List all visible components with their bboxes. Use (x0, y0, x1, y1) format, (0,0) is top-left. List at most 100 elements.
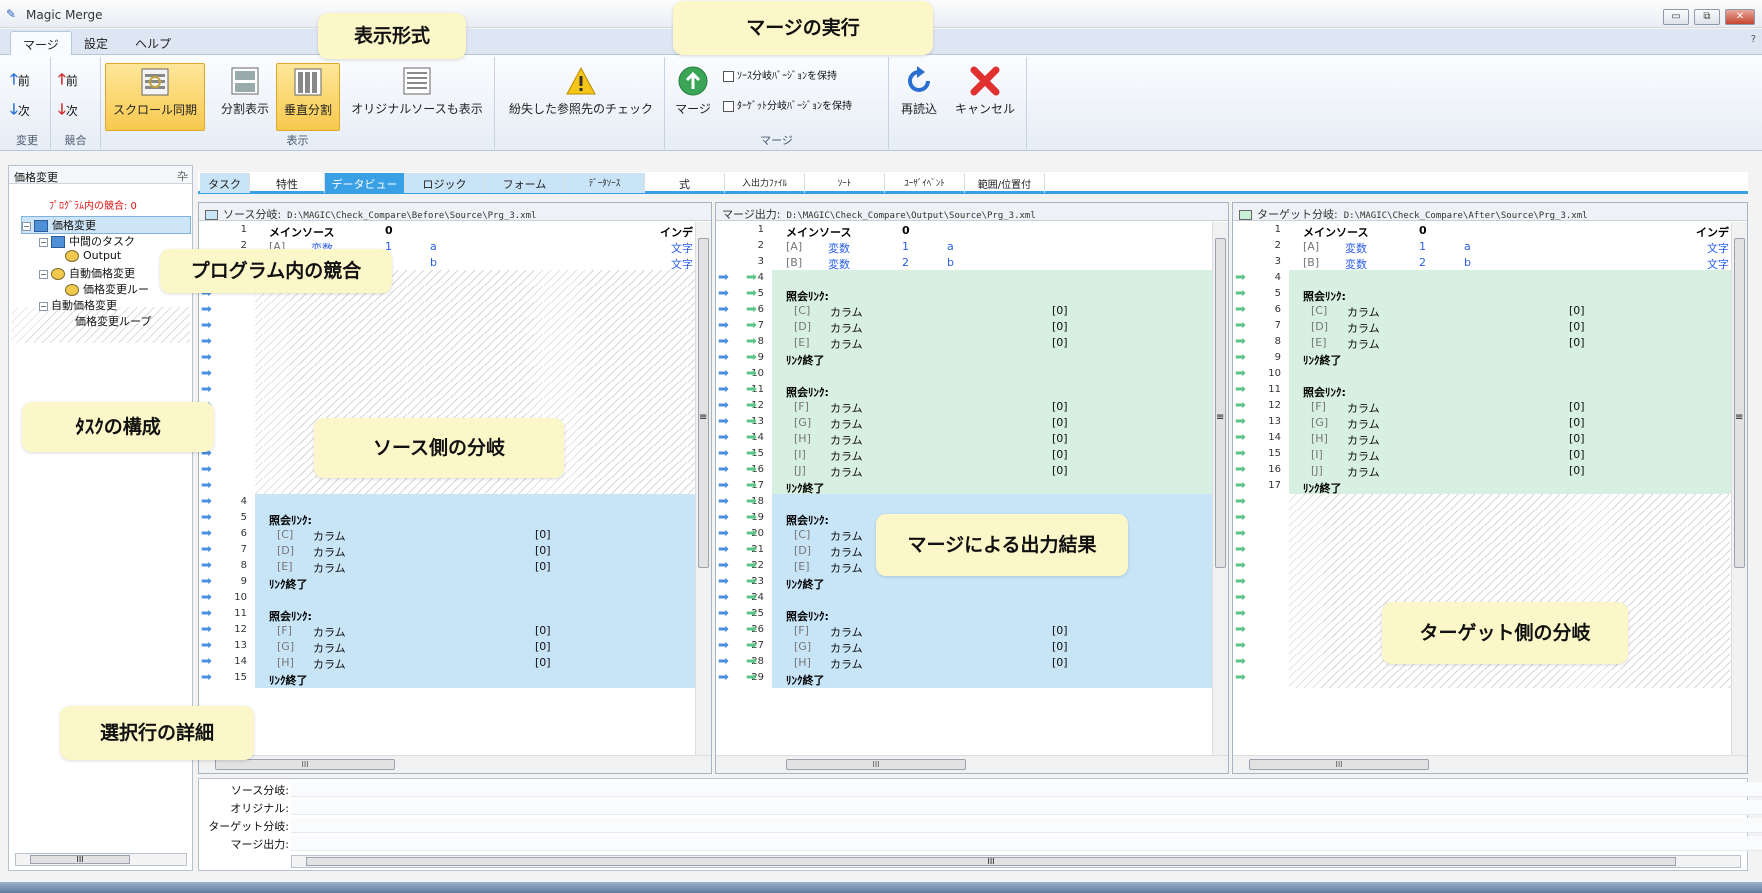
source-change-arrow-icon[interactable]: ➡ (718, 431, 729, 445)
target-change-arrow-icon[interactable]: ➡ (1235, 575, 1246, 589)
tree-node-price-loop[interactable]: 価格変更ルー (65, 281, 149, 297)
source-change-arrow-icon[interactable]: ➡ (718, 623, 729, 637)
maximize-button[interactable]: ⧉ (1694, 9, 1720, 25)
target-change-arrow-icon[interactable]: ➡ (1235, 639, 1246, 653)
code-row[interactable]: ﾘﾝｸ終了 (255, 670, 695, 688)
tab-form[interactable]: フォーム (485, 173, 565, 193)
horizontal-scrollbar[interactable]: III (199, 755, 711, 773)
target-branch-pane[interactable]: ターゲット分岐: D:\MAGIC\Check_Compare\After\Sou… (1232, 202, 1748, 774)
source-change-arrow-icon[interactable]: ➡ (201, 383, 212, 397)
target-change-arrow-icon[interactable]: ➡ (1235, 479, 1246, 493)
scroll-thumb[interactable]: III (30, 855, 130, 864)
source-change-arrow-icon[interactable]: ➡ (201, 559, 212, 573)
tab-help[interactable]: ヘルプ (123, 31, 183, 55)
source-change-arrow-icon[interactable]: ➡ (718, 335, 729, 349)
close-button[interactable]: ✕ (1725, 9, 1755, 25)
source-change-arrow-icon[interactable]: ➡ (201, 623, 212, 637)
scroll-sync-button[interactable]: スクロール同期 (105, 63, 205, 131)
target-change-arrow-icon[interactable]: ➡ (746, 399, 757, 413)
target-change-arrow-icon[interactable]: ➡ (746, 479, 757, 493)
pin-icon[interactable]: 卆 (177, 168, 188, 184)
source-change-arrow-icon[interactable]: ➡ (718, 463, 729, 477)
target-change-arrow-icon[interactable]: ➡ (1235, 671, 1246, 685)
target-change-arrow-icon[interactable]: ➡ (1235, 415, 1246, 429)
scroll-thumb[interactable] (698, 238, 709, 568)
tab-logic[interactable]: ロジック (405, 173, 485, 193)
reload-button[interactable]: 再読込 (897, 63, 941, 131)
target-change-arrow-icon[interactable]: ➡ (1235, 271, 1246, 285)
target-change-arrow-icon[interactable]: ➡ (746, 335, 757, 349)
tab-task[interactable]: タスク (200, 173, 250, 193)
run-merge-button[interactable]: マージ (671, 63, 715, 131)
target-change-arrow-icon[interactable]: ➡ (1235, 367, 1246, 381)
tree-node-intermediate[interactable]: − 中間のタスク (39, 233, 135, 249)
source-change-arrow-icon[interactable]: ➡ (201, 527, 212, 541)
source-change-arrow-icon[interactable]: ➡ (718, 559, 729, 573)
target-change-arrow-icon[interactable]: ➡ (746, 447, 757, 461)
target-change-arrow-icon[interactable]: ➡ (1235, 399, 1246, 413)
target-change-arrow-icon[interactable]: ➡ (1235, 543, 1246, 557)
source-change-arrow-icon[interactable]: ➡ (718, 399, 729, 413)
source-change-arrow-icon[interactable]: ➡ (201, 543, 212, 557)
source-change-arrow-icon[interactable]: ➡ (718, 591, 729, 605)
tab-sort[interactable]: ｿｰﾄ (805, 173, 885, 193)
source-change-arrow-icon[interactable]: ➡ (718, 319, 729, 333)
source-change-arrow-icon[interactable]: ➡ (718, 447, 729, 461)
target-change-arrow-icon[interactable]: ➡ (1235, 511, 1246, 525)
split-view-button[interactable]: 分割表示 (217, 63, 273, 131)
code-rows[interactable]: メインソース0インデ[A]変数1a文字[B]変数2b文字照会ﾘﾝｸ:[C]カラム… (1289, 222, 1731, 755)
target-change-arrow-icon[interactable]: ➡ (746, 559, 757, 573)
source-change-arrow-icon[interactable]: ➡ (718, 607, 729, 621)
tab-properties[interactable]: 特性 (250, 173, 325, 193)
target-change-arrow-icon[interactable]: ➡ (1235, 559, 1246, 573)
source-change-arrow-icon[interactable]: ➡ (201, 511, 212, 525)
source-change-arrow-icon[interactable]: ➡ (201, 575, 212, 589)
source-change-arrow-icon[interactable]: ➡ (201, 655, 212, 669)
prev-change-button[interactable]: 🡑前 (10, 69, 30, 94)
cancel-button[interactable]: キャンセル (949, 63, 1021, 131)
vertical-scrollbar[interactable]: ≡ (1212, 222, 1228, 755)
tab-settings[interactable]: 設定 (72, 31, 120, 55)
target-change-arrow-icon[interactable]: ➡ (746, 415, 757, 429)
source-change-arrow-icon[interactable]: ➡ (718, 575, 729, 589)
scroll-thumb[interactable]: III (786, 759, 966, 770)
target-change-arrow-icon[interactable]: ➡ (1235, 463, 1246, 477)
tree-node-root[interactable]: − 価格変更 (21, 216, 191, 234)
horizontal-scrollbar[interactable]: III (716, 755, 1228, 773)
keep-target-button[interactable]: ﾀｰｹﾞｯﾄ分岐ﾊﾞｰｼﾞｮﾝを保持 (723, 97, 852, 112)
source-change-arrow-icon[interactable]: ➡ (718, 671, 729, 685)
tab-range-locate[interactable]: 範囲/位置付 (965, 173, 1045, 193)
target-change-arrow-icon[interactable]: ➡ (1235, 447, 1246, 461)
target-change-arrow-icon[interactable]: ➡ (746, 527, 757, 541)
target-change-arrow-icon[interactable]: ➡ (746, 591, 757, 605)
source-change-arrow-icon[interactable]: ➡ (201, 495, 212, 509)
tab-merge[interactable]: マージ (10, 31, 72, 55)
collapse-toggle-icon[interactable]: − (22, 222, 31, 231)
tab-data-source[interactable]: ﾃﾞｰﾀｿｰｽ (565, 173, 645, 193)
target-change-arrow-icon[interactable]: ➡ (746, 303, 757, 317)
target-change-arrow-icon[interactable]: ➡ (1235, 287, 1246, 301)
target-change-arrow-icon[interactable]: ➡ (746, 671, 757, 685)
target-change-arrow-icon[interactable]: ➡ (746, 351, 757, 365)
tree-node-price-loop-2[interactable]: 価格変更ループ (75, 313, 151, 329)
source-change-arrow-icon[interactable]: ➡ (718, 479, 729, 493)
source-change-arrow-icon[interactable]: ➡ (718, 351, 729, 365)
vertical-scrollbar[interactable]: ≡ (695, 222, 711, 755)
target-change-arrow-icon[interactable]: ➡ (746, 287, 757, 301)
check-missing-refs-button[interactable]: 紛失した参照先のチェック (505, 63, 657, 131)
scroll-thumb[interactable]: III (306, 857, 1676, 866)
source-change-arrow-icon[interactable]: ➡ (718, 655, 729, 669)
target-change-arrow-icon[interactable]: ➡ (1235, 383, 1246, 397)
target-change-arrow-icon[interactable]: ➡ (1235, 591, 1246, 605)
source-change-arrow-icon[interactable]: ➡ (201, 463, 212, 477)
source-change-arrow-icon[interactable]: ➡ (718, 415, 729, 429)
target-change-arrow-icon[interactable]: ➡ (1235, 431, 1246, 445)
target-change-arrow-icon[interactable]: ➡ (1235, 351, 1246, 365)
minimize-button[interactable]: ▭ (1663, 9, 1689, 25)
source-change-arrow-icon[interactable]: ➡ (201, 367, 212, 381)
tab-expression[interactable]: 式 (645, 173, 725, 193)
target-change-arrow-icon[interactable]: ➡ (746, 319, 757, 333)
source-change-arrow-icon[interactable]: ➡ (201, 479, 212, 493)
source-change-arrow-icon[interactable]: ➡ (718, 543, 729, 557)
source-change-arrow-icon[interactable]: ➡ (718, 527, 729, 541)
